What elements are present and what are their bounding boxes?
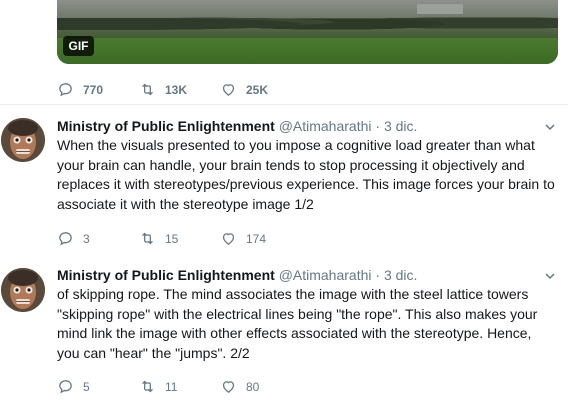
separator-dot: ·: [375, 267, 381, 283]
reply-icon: [59, 380, 72, 394]
gif-media[interactable]: [57, 0, 558, 64]
reply-button[interactable]: 5: [57, 378, 90, 395]
like-count: 25K: [246, 82, 269, 97]
like-count: 80: [246, 379, 260, 394]
avatar-image: [1, 268, 45, 312]
tweet-text: When the visuals presented to you impose…: [57, 137, 555, 212]
reply-count: 3: [83, 231, 90, 246]
tweet-header: Ministry of Public Enlightenment @Atimah…: [57, 118, 417, 134]
avatar-image: [1, 118, 45, 162]
reply-button[interactable]: 3: [57, 230, 90, 247]
media-field: [57, 38, 558, 64]
like-icon: [222, 233, 235, 245]
like-button[interactable]: 174: [220, 230, 266, 247]
retweet-button[interactable]: 11: [139, 378, 177, 395]
chevron-down-icon[interactable]: [544, 270, 556, 282]
tweet-header: Ministry of Public Enlightenment @Atimah…: [57, 267, 417, 283]
reply-icon: [59, 83, 72, 97]
like-count: 174: [246, 231, 267, 246]
author-name[interactable]: Ministry of Public Enlightenment: [57, 267, 275, 283]
reply-button[interactable]: 770: [57, 81, 103, 98]
retweet-icon: [142, 380, 153, 393]
tweet-action-bar: 5 11 80: [57, 378, 357, 395]
media-trees: [57, 10, 558, 30]
chevron-down-icon[interactable]: [544, 121, 556, 133]
separator-dot: ·: [375, 118, 381, 134]
reply-icon: [59, 232, 72, 246]
avatar[interactable]: [1, 268, 45, 312]
like-button[interactable]: 80: [220, 378, 259, 395]
retweet-button[interactable]: 13K: [139, 81, 187, 98]
retweet-button[interactable]: 15: [139, 230, 178, 247]
retweet-count: 13K: [165, 82, 188, 97]
reply-count: 770: [83, 82, 104, 97]
like-icon: [222, 381, 235, 393]
divider: [0, 104, 568, 105]
tweet-date[interactable]: 3 dic.: [384, 267, 417, 283]
author-handle[interactable]: @Atimaharathi: [279, 267, 372, 283]
tweet-date[interactable]: 3 dic.: [384, 118, 417, 134]
gif-badge: GIF: [63, 36, 94, 56]
author-handle[interactable]: @Atimaharathi: [279, 118, 372, 134]
like-button[interactable]: 25K: [220, 81, 268, 98]
retweet-icon: [142, 83, 153, 96]
top-action-bar: 770 13K 25K: [57, 81, 357, 98]
retweet-count: 11: [165, 379, 178, 394]
media-building: [417, 4, 463, 14]
tweet-text: of skipping rope. The mind associates th…: [57, 286, 538, 361]
author-name[interactable]: Ministry of Public Enlightenment: [57, 118, 275, 134]
reply-count: 5: [83, 379, 90, 394]
like-icon: [222, 84, 235, 96]
retweet-count: 15: [165, 231, 179, 246]
retweet-icon: [142, 232, 153, 245]
avatar[interactable]: [1, 118, 45, 162]
tweet-action-bar: 3 15 174: [57, 230, 357, 247]
